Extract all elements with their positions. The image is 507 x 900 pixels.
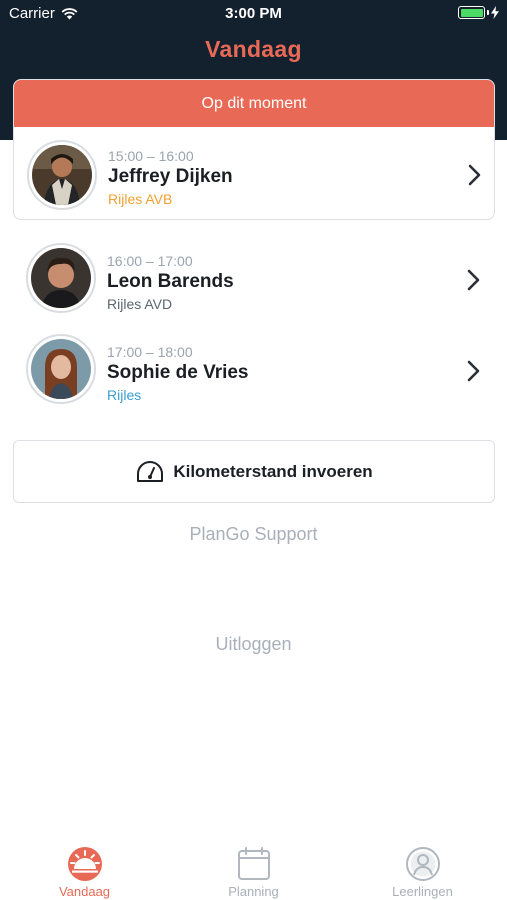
battery-tip [487,10,489,15]
lesson-type: Rijles [107,387,142,403]
avatar [26,243,96,313]
user-circle-icon [405,847,440,881]
avatar-photo-jeffrey [32,145,92,205]
tab-vandaag[interactable]: Vandaag [0,835,169,900]
tab-planning[interactable]: Planning [169,835,338,900]
chevron-right-icon [468,164,481,186]
odometer-button-label: Kilometerstand invoeren [173,461,373,481]
appointment-time: 16:00 – 17:00 [107,253,193,269]
current-appointment-heading: Op dit moment [14,80,494,127]
calendar-icon [237,847,270,880]
appointment-row[interactable]: 17:00 – 18:00 Sophie de Vries Rijles [13,328,495,408]
tab-label: Vandaag [58,884,111,899]
avatar-photo-sophie [31,339,91,399]
current-appointment-card: Op dit moment 15:00 – 16:00 Jeffrey Dijk… [13,79,495,220]
tab-label: Planning [228,884,279,899]
status-bar: Carrier 3:00 PM [0,0,507,28]
student-name: Leon Barends [107,271,234,292]
student-name: Jeffrey Dijken [108,166,233,187]
sunrise-icon [67,847,102,881]
tab-label: Leerlingen [392,884,453,899]
lesson-type: Rijles AVB [108,191,173,207]
logout-link[interactable]: Uitloggen [0,634,507,655]
student-name: Sophie de Vries [107,362,249,383]
chevron-right-icon [467,360,480,382]
tab-leerlingen[interactable]: Leerlingen [338,835,507,900]
appointment-row-current[interactable]: 15:00 – 16:00 Jeffrey Dijken Rijles AVB [14,132,494,212]
appointment-time: 17:00 – 18:00 [107,344,193,360]
battery-icon [458,6,485,19]
battery-indicator [458,6,499,19]
status-time: 3:00 PM [225,5,282,22]
appointment-row[interactable]: 16:00 – 17:00 Leon Barends Rijles AVD [13,237,495,317]
page-title: Vandaag [205,36,302,62]
lesson-type: Rijles AVD [107,296,173,312]
odometer-button[interactable]: Kilometerstand invoeren [13,440,495,503]
chevron-right-icon [467,269,480,291]
tab-bar: Vandaag Planning Leerlingen [0,835,507,900]
avatar [27,140,97,210]
speedometer-icon [137,460,164,482]
appointment-time: 15:00 – 16:00 [108,148,194,164]
avatar-photo-leon [31,248,91,308]
support-link[interactable]: PlanGo Support [0,524,507,545]
avatar [26,334,96,404]
charging-bolt-icon [491,6,499,19]
battery-level [460,8,483,17]
